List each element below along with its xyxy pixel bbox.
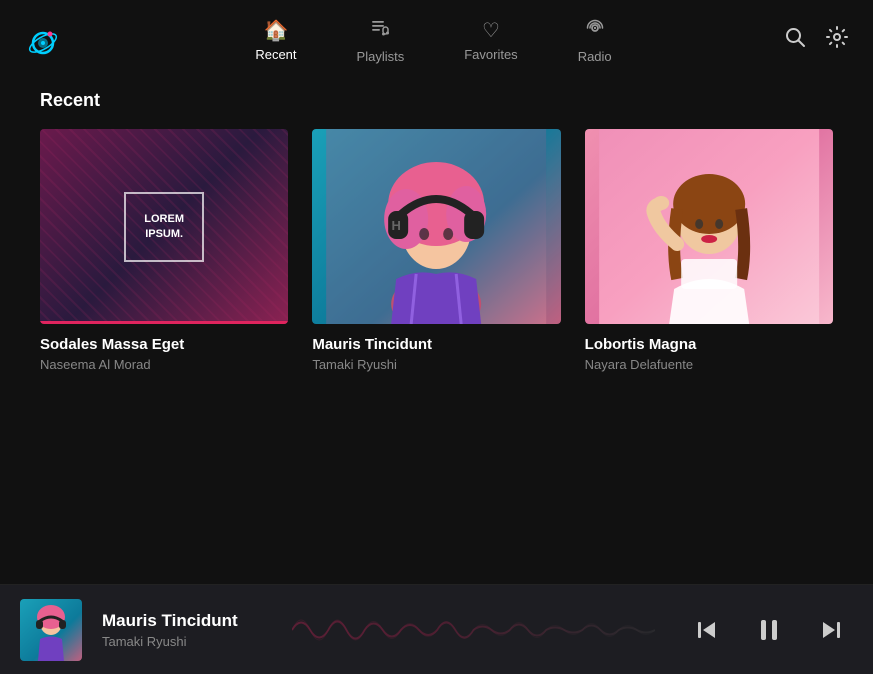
nav-recent[interactable]: 🏠 Recent — [255, 18, 296, 62]
player-title: Mauris Tincidunt — [102, 611, 262, 631]
nav-radio[interactable]: Radio — [578, 17, 612, 64]
card-3[interactable]: Lobortis Magna Nayara Delafuente — [585, 129, 833, 372]
prev-icon — [693, 616, 721, 644]
nav-right — [783, 25, 849, 55]
card-1-thumb: LOREMIPSUM. — [40, 129, 288, 324]
next-button[interactable] — [809, 608, 853, 652]
thumb-1-text: LOREMIPSUM. — [124, 192, 204, 262]
main-content: Recent LOREMIPSUM. Sodales Massa Eget Na… — [0, 80, 873, 584]
player-controls — [685, 608, 853, 652]
top-nav: 🏠 Recent Playlists ♡ Favorites — [0, 0, 873, 80]
card-3-thumb — [585, 129, 833, 324]
card-2[interactable]: H Mauris Tincidunt Tamaki Ryushi — [312, 129, 560, 372]
card-2-thumb: H — [312, 129, 560, 324]
card-3-title: Lobortis Magna — [585, 336, 833, 353]
heart-icon: ♡ — [482, 18, 500, 43]
next-icon — [817, 616, 845, 644]
nav-items: 🏠 Recent Playlists ♡ Favorites — [84, 17, 783, 64]
nav-radio-label: Radio — [578, 49, 612, 64]
card-2-art: H — [312, 129, 560, 324]
player-artist: Tamaki Ryushi — [102, 634, 262, 649]
card-1[interactable]: LOREMIPSUM. Sodales Massa Eget Naseema A… — [40, 129, 288, 372]
logo — [24, 21, 84, 59]
player-info: Mauris Tincidunt Tamaki Ryushi — [102, 611, 262, 649]
waveform-svg — [292, 605, 655, 655]
player-thumbnail — [20, 599, 82, 661]
cards-row: LOREMIPSUM. Sodales Massa Eget Naseema A… — [40, 129, 833, 372]
search-icon — [783, 25, 807, 49]
card-2-title: Mauris Tincidunt — [312, 336, 560, 353]
settings-icon — [825, 25, 849, 49]
nav-playlists-label: Playlists — [357, 49, 405, 64]
card-1-title: Sodales Massa Eget — [40, 336, 288, 353]
playlist-icon — [369, 17, 391, 45]
player-waveform — [292, 605, 655, 655]
progress-bar — [40, 321, 288, 324]
nav-favorites-label: Favorites — [464, 47, 517, 62]
card-3-art — [585, 129, 833, 324]
logo-icon — [24, 21, 62, 59]
nav-recent-label: Recent — [255, 47, 296, 62]
play-pause-button[interactable] — [747, 608, 791, 652]
card-1-subtitle: Naseema Al Morad — [40, 357, 288, 372]
prev-button[interactable] — [685, 608, 729, 652]
nav-playlists[interactable]: Playlists — [357, 17, 405, 64]
pause-icon — [754, 615, 784, 645]
player-thumb-art — [20, 599, 82, 661]
nav-favorites[interactable]: ♡ Favorites — [464, 18, 517, 62]
svg-text:H: H — [392, 218, 401, 233]
search-button[interactable] — [783, 25, 807, 55]
player-bar: Mauris Tincidunt Tamaki Ryushi — [0, 584, 873, 674]
section-title: Recent — [40, 90, 833, 111]
radio-icon — [584, 17, 606, 45]
home-icon: 🏠 — [263, 18, 288, 43]
card-2-subtitle: Tamaki Ryushi — [312, 357, 560, 372]
card-3-subtitle: Nayara Delafuente — [585, 357, 833, 372]
settings-button[interactable] — [825, 25, 849, 55]
